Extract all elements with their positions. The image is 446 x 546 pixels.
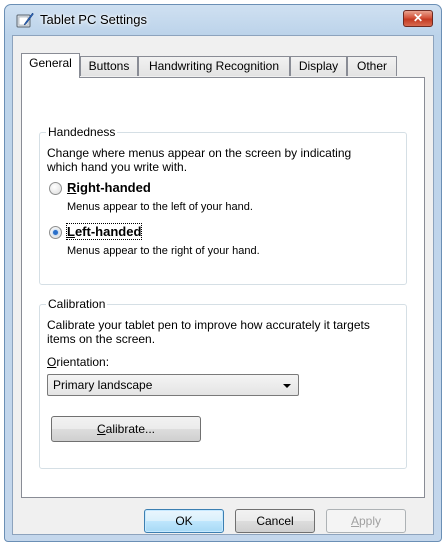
tablet-pc-icon	[16, 12, 34, 28]
window-title: Tablet PC Settings	[40, 12, 147, 27]
dialog-window: Tablet PC Settings ✕ General Buttons Han…	[4, 4, 442, 542]
handedness-group: Handedness Change where menus appear on …	[39, 125, 407, 285]
tab-display[interactable]: Display	[290, 56, 347, 76]
mnemonic: L	[67, 224, 75, 239]
button-label: OK	[175, 514, 193, 528]
title-bar[interactable]: Tablet PC Settings ✕	[5, 5, 441, 35]
tab-label: Buttons	[88, 59, 130, 73]
chevron-down-icon	[283, 384, 291, 388]
mnemonic: R	[67, 180, 77, 195]
button-label: Cancel	[256, 514, 294, 528]
label-text: eft-handed	[74, 224, 142, 239]
calibration-description-line2: items on the screen.	[47, 332, 156, 346]
handedness-description-line1: Change where menus appear on the screen …	[47, 146, 352, 160]
close-button[interactable]: ✕	[403, 10, 433, 27]
tab-other[interactable]: Other	[347, 56, 397, 76]
tab-label: Display	[298, 59, 339, 73]
left-handed-label[interactable]: Left-handed	[65, 223, 143, 240]
cancel-button[interactable]: Cancel	[235, 509, 315, 533]
tab-panel-general: Handedness Change where menus appear on …	[21, 77, 425, 498]
tab-label: Other	[356, 59, 387, 73]
right-handed-hint: Menus appear to the left of your hand.	[67, 201, 253, 213]
apply-button[interactable]: Apply	[326, 509, 406, 533]
tab-handwriting-recognition[interactable]: Handwriting Recognition	[138, 56, 290, 76]
tab-general[interactable]: General	[21, 53, 80, 78]
button-label: alibrate...	[105, 422, 156, 436]
calibration-description-line1: Calibrate your tablet pen to improve how…	[47, 318, 370, 332]
label-text: rientation:	[56, 355, 110, 369]
dialog-client-area: General Buttons Handwriting Recognition …	[12, 35, 434, 535]
handedness-description-line2: which hand you write with.	[47, 160, 188, 174]
tab-label: General	[29, 56, 72, 70]
close-icon: ✕	[412, 11, 424, 25]
right-handed-radio[interactable]	[49, 182, 62, 195]
orientation-select[interactable]: Primary landscape	[47, 374, 299, 396]
orientation-selected-value: Primary landscape	[53, 378, 153, 392]
ok-button[interactable]: OK	[144, 509, 224, 533]
mnemonic: O	[47, 355, 57, 369]
tab-strip: General Buttons Handwriting Recognition …	[21, 53, 425, 78]
orientation-label: Orientation:	[47, 355, 109, 369]
tab-buttons[interactable]: Buttons	[80, 56, 138, 76]
left-handed-radio[interactable]	[49, 226, 62, 239]
handedness-group-label: Handedness	[46, 125, 118, 139]
tab-label: Handwriting Recognition	[148, 59, 280, 73]
left-handed-hint: Menus appear to the right of your hand.	[67, 245, 260, 257]
calibration-group: Calibration Calibrate your tablet pen to…	[39, 297, 407, 469]
mnemonic: C	[96, 422, 106, 436]
mnemonic: A	[350, 514, 359, 528]
right-handed-label[interactable]: Right-handed	[67, 180, 151, 195]
calibrate-button[interactable]: Calibrate...	[51, 416, 201, 442]
label-text: ight-handed	[76, 180, 151, 195]
button-label: pply	[359, 514, 382, 528]
calibration-group-label: Calibration	[46, 297, 108, 311]
